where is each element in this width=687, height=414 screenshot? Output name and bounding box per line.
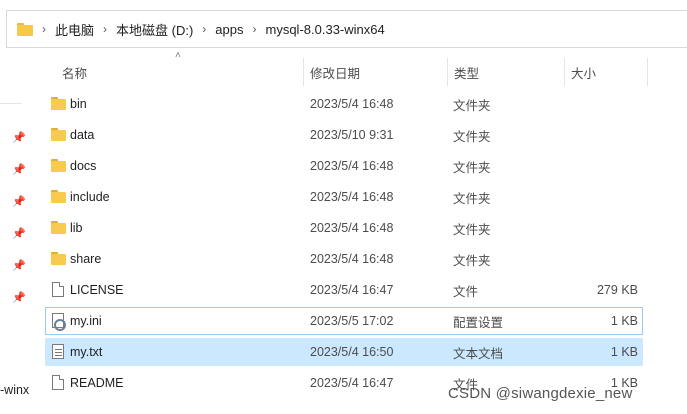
file-type: 文件夹 — [453, 222, 491, 237]
file-name: lib — [70, 221, 83, 235]
file-size: 279 KB — [596, 283, 638, 297]
breadcrumb-this-pc[interactable]: 此电脑 — [55, 20, 94, 39]
file-icon — [52, 282, 64, 297]
address-bar[interactable]: › 此电脑 › 本地磁盘 (D:) › apps › mysql-8.0.33-… — [6, 10, 687, 48]
file-name: data — [70, 128, 95, 142]
column-date[interactable]: 修改日期 — [310, 58, 360, 86]
list-item[interactable]: docs 2023/5/4 16:48 文件夹 — [45, 152, 643, 180]
column-size[interactable]: 大小 — [571, 58, 596, 86]
column-header: ˄ 名称 修改日期 类型 大小 — [38, 51, 648, 86]
file-name: README — [70, 376, 124, 390]
pin-icon[interactable]: 📌 — [12, 196, 26, 208]
pin-icon[interactable]: 📌 — [12, 164, 26, 176]
file-type: 文件夹 — [453, 191, 491, 206]
column-name[interactable]: 名称 — [62, 58, 87, 86]
chevron-right-icon[interactable]: › — [103, 22, 107, 36]
file-date: 2023/5/4 16:47 — [310, 283, 394, 297]
file-type: 配置设置 — [453, 315, 504, 330]
breadcrumb-mysql-folder[interactable]: mysql-8.0.33-winx64 — [266, 22, 385, 37]
file-date: 2023/5/10 9:31 — [310, 128, 394, 142]
pin-icon[interactable]: 📌 — [12, 132, 26, 144]
file-name: my.txt — [70, 345, 103, 359]
file-date: 2023/5/4 16:48 — [310, 252, 394, 266]
chevron-right-icon[interactable]: › — [253, 22, 257, 36]
file-date: 2023/5/4 16:48 — [310, 159, 394, 173]
file-date: 2023/5/4 16:48 — [310, 221, 394, 235]
file-name: docs — [70, 159, 97, 173]
file-type: 文件夹 — [453, 253, 491, 268]
file-date: 2023/5/4 16:50 — [310, 345, 394, 359]
file-name: share — [70, 252, 102, 266]
text-file-icon — [52, 344, 64, 359]
settings-file-icon — [52, 313, 66, 331]
breadcrumb-apps[interactable]: apps — [215, 22, 243, 37]
folder-icon — [51, 97, 66, 112]
nav-divider — [0, 103, 22, 104]
folder-icon — [51, 159, 66, 174]
file-type: 文件夹 — [453, 160, 491, 175]
folder-icon — [51, 252, 66, 267]
file-size: 1 KB — [610, 314, 638, 328]
pin-icon[interactable]: 📌 — [12, 228, 26, 240]
nav-item-label[interactable]: -winx — [0, 383, 32, 397]
list-item[interactable]: share 2023/5/4 16:48 文件夹 — [45, 245, 643, 273]
file-date: 2023/5/5 17:02 — [310, 314, 394, 328]
column-divider[interactable] — [447, 58, 448, 86]
list-item[interactable]: my.ini 2023/5/5 17:02 配置设置 1 KB — [45, 307, 643, 335]
watermark: CSDN @siwangdexie_new — [448, 385, 633, 402]
breadcrumb-drive-d[interactable]: 本地磁盘 (D:) — [116, 20, 193, 39]
folder-icon — [17, 22, 33, 36]
file-name: LICENSE — [70, 283, 124, 297]
column-divider[interactable] — [647, 58, 648, 86]
sort-ascending-icon: ˄ — [175, 50, 181, 61]
file-date: 2023/5/4 16:48 — [310, 97, 394, 111]
file-type: 文件 — [453, 284, 479, 299]
list-item[interactable]: data 2023/5/10 9:31 文件夹 — [45, 121, 643, 149]
file-type: 文件夹 — [453, 98, 491, 113]
list-item[interactable]: LICENSE 2023/5/4 16:47 文件 279 KB — [45, 276, 643, 304]
file-size: 1 KB — [610, 345, 638, 359]
file-icon — [52, 375, 64, 390]
list-item[interactable]: lib 2023/5/4 16:48 文件夹 — [45, 214, 643, 242]
column-divider[interactable] — [303, 58, 304, 86]
folder-icon — [51, 221, 66, 236]
file-name: bin — [70, 97, 87, 111]
chevron-right-icon[interactable]: › — [42, 22, 46, 36]
navigation-pane: 📌 📌 📌 📌 📌 📌 -winx — [0, 48, 32, 414]
file-type: 文件夹 — [453, 129, 491, 144]
file-name: include — [70, 190, 110, 204]
folder-icon — [51, 128, 66, 143]
pin-icon[interactable]: 📌 — [12, 260, 26, 272]
column-type[interactable]: 类型 — [454, 58, 479, 86]
file-date: 2023/5/4 16:47 — [310, 376, 394, 390]
list-item[interactable]: my.txt 2023/5/4 16:50 文本文档 1 KB — [45, 338, 643, 366]
folder-icon — [51, 190, 66, 205]
list-item[interactable]: include 2023/5/4 16:48 文件夹 — [45, 183, 643, 211]
chevron-right-icon[interactable]: › — [202, 22, 206, 36]
file-date: 2023/5/4 16:48 — [310, 190, 394, 204]
column-divider[interactable] — [564, 58, 565, 86]
list-item[interactable]: bin 2023/5/4 16:48 文件夹 — [45, 90, 643, 118]
file-name: my.ini — [70, 314, 102, 328]
file-type: 文本文档 — [453, 346, 504, 361]
pin-icon[interactable]: 📌 — [12, 292, 26, 304]
